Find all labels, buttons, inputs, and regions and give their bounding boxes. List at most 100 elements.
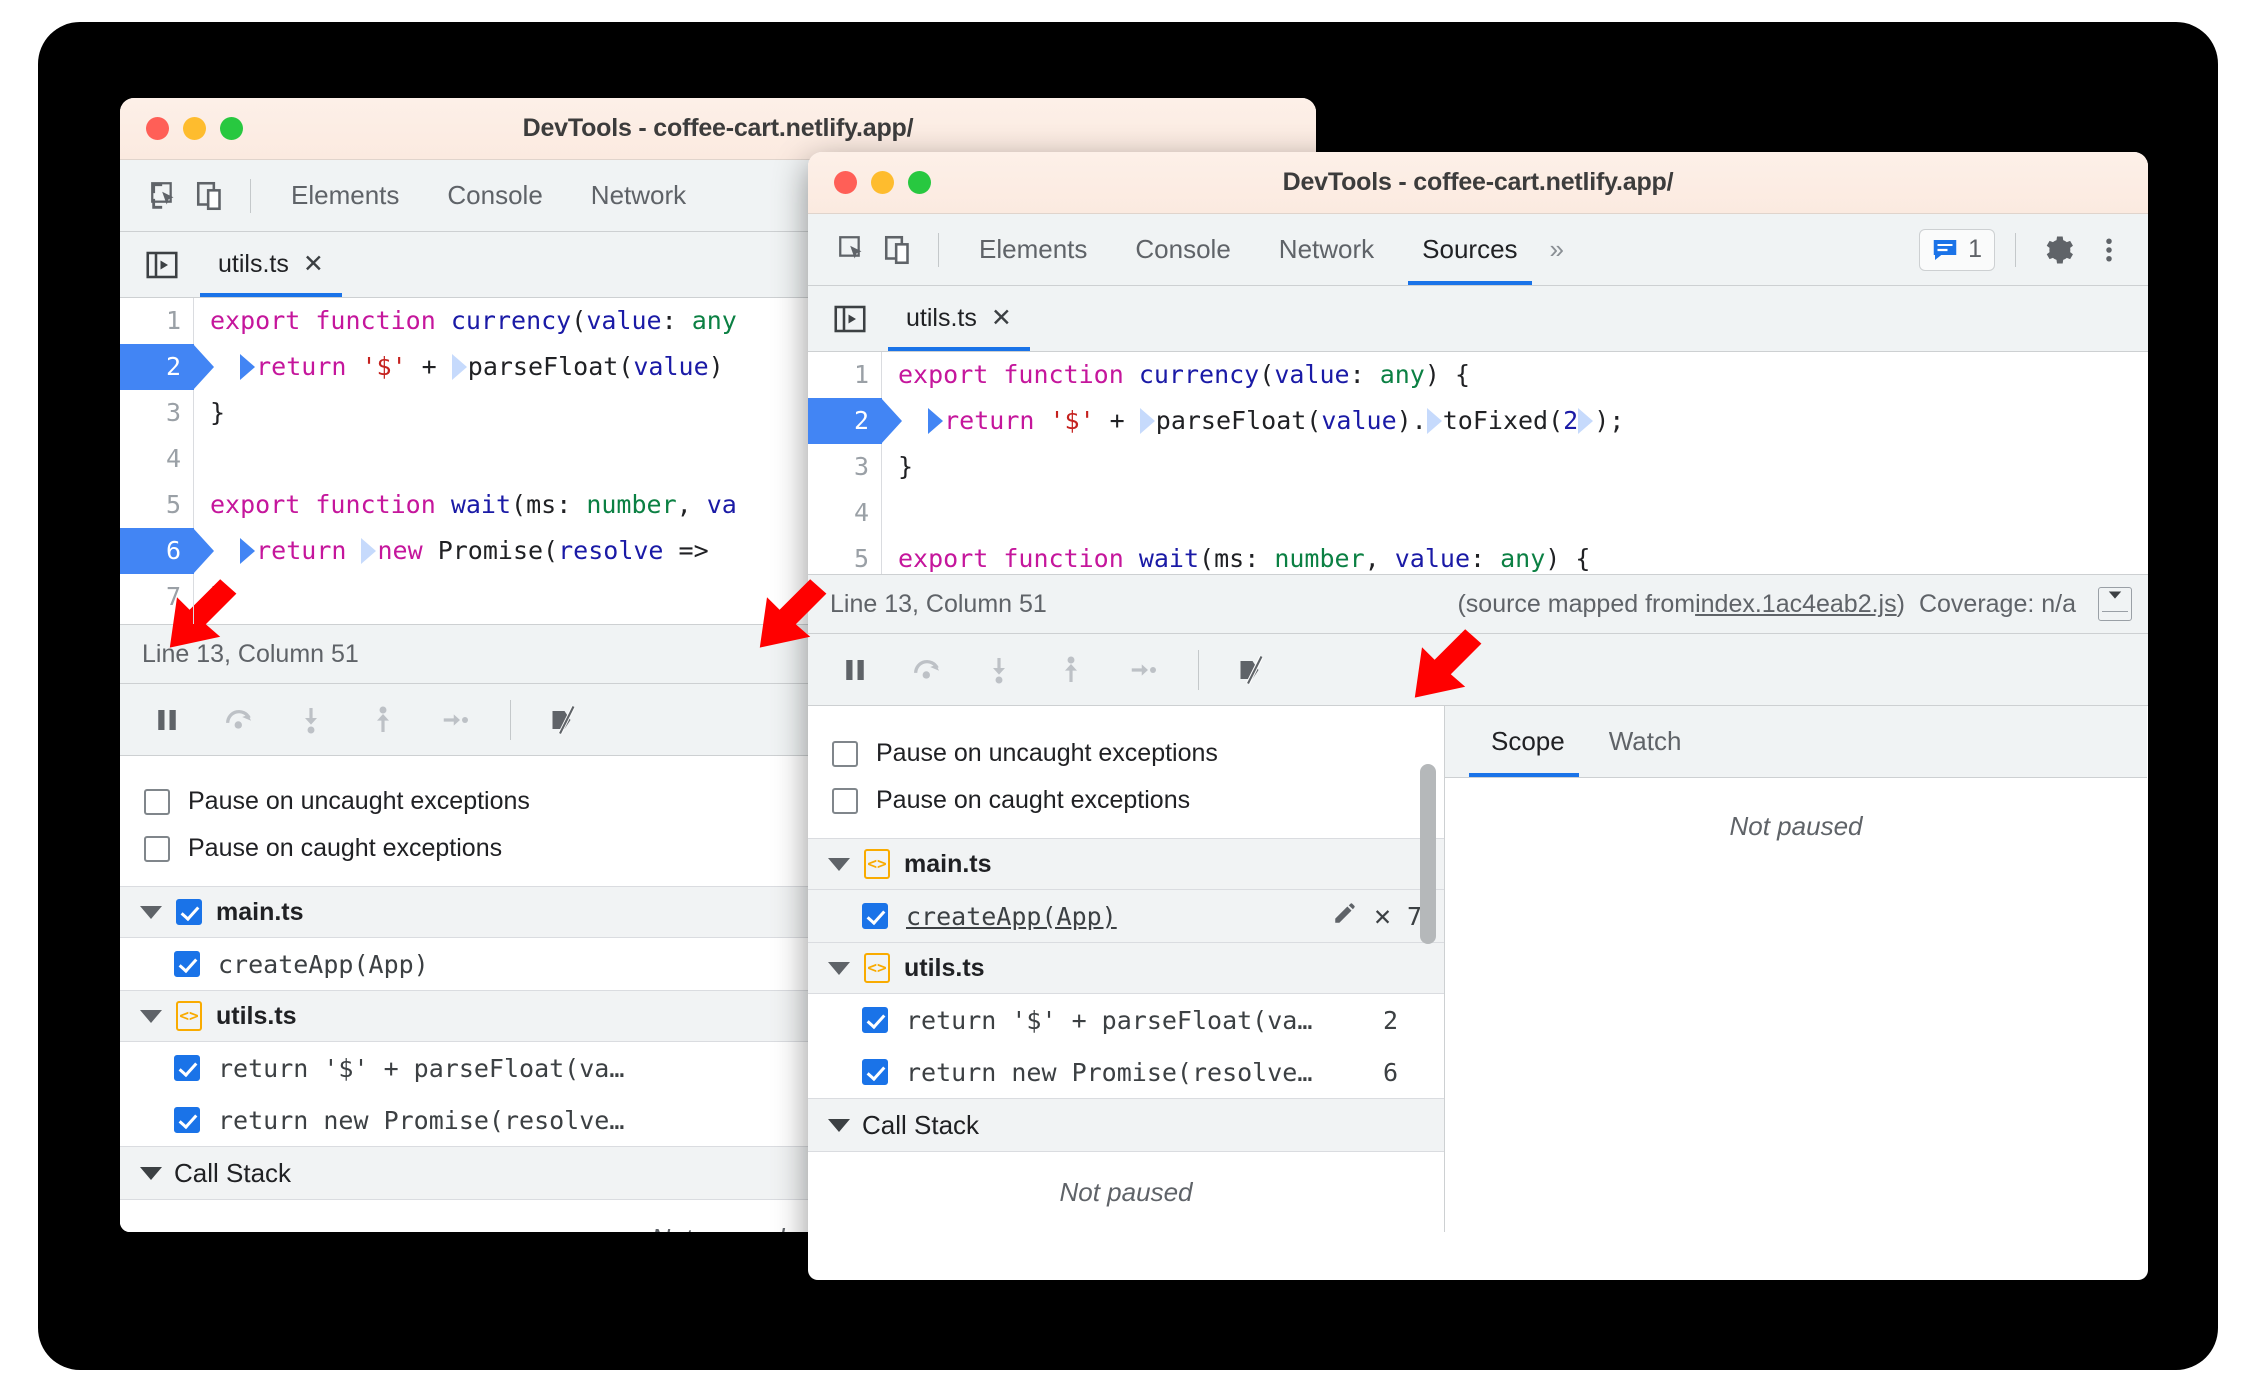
breakpoint-item[interactable]: createApp(App) ✕ 7 — [808, 890, 1444, 942]
maximize-window-button[interactable] — [220, 117, 243, 140]
pause-on-uncaught-exceptions-checkbox[interactable] — [144, 788, 170, 815]
pause-on-uncaught-exceptions-row[interactable]: Pause on uncaught exceptions — [808, 730, 1444, 777]
close-icon[interactable]: ✕ — [991, 306, 1012, 331]
inspect-element-icon[interactable] — [830, 227, 876, 273]
tab-elements[interactable]: Elements — [267, 160, 423, 231]
devtools-window-front[interactable]: DevTools - coffee-cart.netlify.app/ Elem… — [808, 152, 2148, 1280]
line-number[interactable]: 6 — [120, 528, 214, 574]
scope-watch-tabstrip[interactable]: Scope Watch — [1445, 706, 2147, 778]
panel-tabs-front[interactable]: Elements Console Network Sources — [955, 214, 1542, 285]
breakpoints-scrollbar-thumb-front[interactable] — [1420, 764, 1436, 944]
maximize-window-button[interactable] — [908, 171, 931, 194]
line-number[interactable]: 2 — [120, 344, 214, 390]
open-drawer-icon[interactable] — [2098, 587, 2132, 621]
pause-on-uncaught-exceptions-checkbox[interactable] — [832, 740, 858, 767]
step-over-next-function-call-icon[interactable] — [904, 647, 950, 693]
chevron-down-icon[interactable] — [140, 1166, 162, 1180]
line-number[interactable]: 3 — [808, 444, 882, 490]
code-line[interactable]: 4 — [808, 490, 2148, 536]
panel-tabs-back[interactable]: Elements Console Network — [267, 160, 710, 231]
chevron-down-icon[interactable] — [828, 857, 850, 871]
tab-watch[interactable]: Watch — [1587, 706, 1704, 777]
file-tab-utils-ts[interactable]: utils.ts ✕ — [200, 232, 342, 297]
close-window-button[interactable] — [834, 171, 857, 194]
breakpoint-enabled-checkbox[interactable] — [174, 1055, 200, 1081]
chevron-down-icon[interactable] — [828, 961, 850, 975]
code-token: toFixed — [1442, 406, 1549, 435]
pause-resume-script-execution-icon[interactable] — [144, 697, 190, 743]
code-line[interactable]: 2 return '$' + parseFloat(value). toFixed… — [808, 398, 2148, 444]
pause-on-caught-exceptions-row[interactable]: Pause on caught exceptions — [808, 777, 1444, 824]
breakpoint-item[interactable]: return new Promise(resolve… 6 — [808, 1046, 1444, 1098]
line-number[interactable]: 3 — [120, 390, 194, 436]
chevron-down-icon[interactable] — [140, 905, 162, 919]
deactivate-breakpoints-icon[interactable] — [1231, 647, 1277, 693]
breakpoint-label[interactable]: createApp(App) — [906, 902, 1117, 931]
traffic-lights-back[interactable] — [146, 117, 243, 140]
remove-breakpoint-icon[interactable]: ✕ — [1374, 902, 1391, 930]
step-out-of-current-function-icon[interactable] — [1048, 647, 1094, 693]
pause-resume-script-execution-icon[interactable] — [832, 647, 878, 693]
breakpoint-group-main-ts[interactable]: <> main.ts — [808, 838, 1444, 890]
tab-elements[interactable]: Elements — [955, 214, 1111, 285]
chevron-down-icon[interactable] — [828, 1118, 850, 1132]
step-icon[interactable] — [432, 697, 478, 743]
breakpoint-item[interactable]: return '$' + parseFloat(va… 2 — [808, 994, 1444, 1046]
tab-sources[interactable]: Sources — [1398, 214, 1541, 285]
call-stack-header-front[interactable]: Call Stack — [808, 1098, 1444, 1152]
show-navigator-icon[interactable] — [826, 295, 874, 343]
console-messages-badge[interactable]: 1 — [1919, 228, 1995, 271]
code-line[interactable]: 5 export function wait(ms: number, value:… — [808, 536, 2148, 574]
edit-breakpoint-icon[interactable] — [1332, 900, 1358, 932]
pause-on-caught-exceptions-checkbox[interactable] — [832, 787, 858, 814]
tab-scope[interactable]: Scope — [1469, 706, 1587, 777]
code-editor-front[interactable]: 1 export function currency(value: any) {2… — [808, 352, 2148, 574]
line-number[interactable]: 8 — [120, 620, 194, 624]
code-line[interactable]: 1 export function currency(value: any) { — [808, 352, 2148, 398]
minimize-window-button[interactable] — [871, 171, 894, 194]
minimize-window-button[interactable] — [183, 117, 206, 140]
close-icon[interactable]: ✕ — [303, 252, 324, 277]
tab-network[interactable]: Network — [1255, 214, 1398, 285]
show-navigator-icon[interactable] — [138, 241, 186, 289]
step-out-of-current-function-icon[interactable] — [360, 697, 406, 743]
breakpoint-enabled-checkbox[interactable] — [862, 1059, 888, 1085]
breakpoint-enabled-checkbox[interactable] — [174, 1107, 200, 1133]
line-number[interactable]: 1 — [120, 298, 194, 344]
step-icon[interactable] — [1120, 647, 1166, 693]
line-number[interactable]: 7 — [120, 574, 194, 620]
step-into-next-function-call-icon[interactable] — [288, 697, 334, 743]
breakpoint-group-utils-ts[interactable]: <> utils.ts — [808, 942, 1444, 994]
line-number[interactable]: 4 — [120, 436, 194, 482]
code-line[interactable]: 3} — [808, 444, 2148, 490]
breakpoint-actions[interactable]: ✕ 7 — [1332, 900, 1422, 932]
step-over-next-function-call-icon[interactable] — [216, 697, 262, 743]
step-into-next-function-call-icon[interactable] — [976, 647, 1022, 693]
line-number[interactable]: 1 — [808, 352, 882, 398]
inspect-element-icon[interactable] — [142, 173, 188, 219]
line-number[interactable]: 5 — [120, 482, 194, 528]
more-tabs-icon[interactable]: » — [1542, 234, 1572, 265]
toggle-device-toolbar-icon[interactable] — [876, 227, 922, 273]
toggle-device-toolbar-icon[interactable] — [188, 173, 234, 219]
group-enable-checkbox[interactable] — [176, 899, 202, 925]
line-number[interactable]: 4 — [808, 490, 882, 536]
file-tab-utils-ts[interactable]: utils.ts ✕ — [888, 286, 1030, 351]
gear-icon[interactable] — [2036, 227, 2082, 273]
tab-console[interactable]: Console — [1111, 214, 1254, 285]
pause-on-caught-exceptions-checkbox[interactable] — [144, 835, 170, 862]
deactivate-breakpoints-icon[interactable] — [543, 697, 589, 743]
close-window-button[interactable] — [146, 117, 169, 140]
line-number[interactable]: 5 — [808, 536, 882, 574]
more-options-icon[interactable] — [2086, 227, 2132, 273]
chevron-down-icon[interactable] — [140, 1009, 162, 1023]
breakpoint-enabled-checkbox[interactable] — [174, 951, 200, 977]
traffic-lights-front[interactable] — [834, 171, 931, 194]
line-number[interactable]: 2 — [808, 398, 902, 444]
breakpoint-enabled-checkbox[interactable] — [862, 903, 888, 929]
tab-network[interactable]: Network — [567, 160, 710, 231]
code-token: ( — [543, 536, 559, 565]
breakpoint-enabled-checkbox[interactable] — [862, 1007, 888, 1033]
tab-console[interactable]: Console — [423, 160, 566, 231]
source-map-link[interactable]: index.1ac4eab2.js — [1695, 590, 1897, 619]
